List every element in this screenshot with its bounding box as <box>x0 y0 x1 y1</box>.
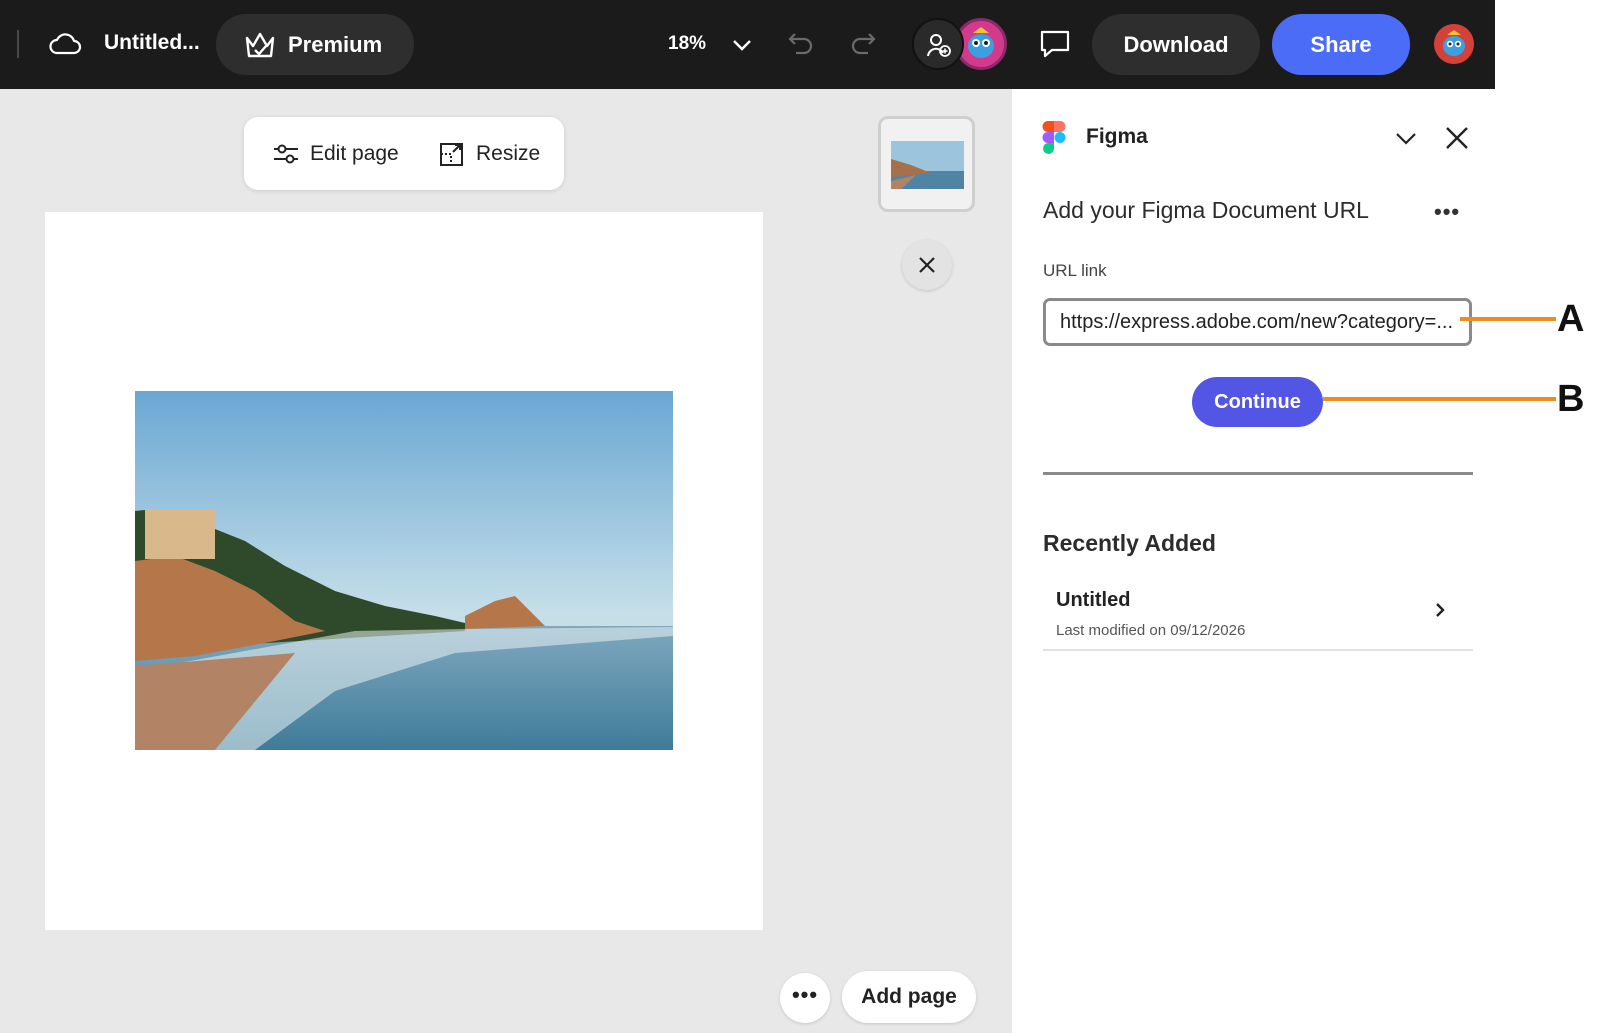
page-thumbnail[interactable] <box>878 116 975 212</box>
download-button[interactable]: Download <box>1092 14 1260 75</box>
beach-photo[interactable] <box>135 391 673 750</box>
recently-added-heading: Recently Added <box>1043 530 1216 556</box>
crown-icon <box>245 32 275 58</box>
figma-logo-icon <box>1042 121 1066 154</box>
premium-button[interactable]: Premium <box>216 14 414 75</box>
panel-more-options-icon[interactable]: ••• <box>1434 199 1460 225</box>
callout-a-line <box>1460 317 1556 321</box>
undo-icon[interactable] <box>786 28 816 58</box>
url-field-label: URL link <box>1043 261 1107 280</box>
callout-b-label: B <box>1557 378 1585 420</box>
chevron-right-icon <box>1436 603 1445 617</box>
add-page-button[interactable]: Add page <box>842 971 976 1023</box>
close-thumbnail-button[interactable] <box>902 240 952 290</box>
page-toolbar: Edit page Resize <box>244 117 564 190</box>
recent-document-item[interactable]: Untitled Last modified on 09/12/2026 <box>1043 579 1473 651</box>
sliders-icon <box>274 144 298 164</box>
continue-button[interactable]: Continue <box>1192 377 1323 427</box>
section-divider <box>1043 472 1473 475</box>
resize-icon <box>440 143 463 166</box>
edit-page-button[interactable]: Edit page <box>272 139 399 169</box>
close-icon <box>919 257 935 273</box>
callout-a-label: A <box>1557 298 1585 340</box>
premium-label: Premium <box>288 32 383 57</box>
chevron-down-icon[interactable] <box>730 33 754 57</box>
thumbnail-image <box>891 141 964 189</box>
chevron-down-icon[interactable] <box>1394 127 1418 151</box>
recent-item-modified-date: Last modified on 09/12/2026 <box>1056 622 1246 639</box>
comment-icon[interactable] <box>1038 28 1072 60</box>
add-person-icon <box>927 34 951 57</box>
redo-icon[interactable] <box>848 28 878 58</box>
page-more-options-button[interactable]: ••• <box>780 973 830 1023</box>
zoom-level[interactable]: 18% <box>668 33 706 55</box>
url-input[interactable] <box>1043 298 1472 346</box>
more-dots-icon: ••• <box>791 982 819 1007</box>
panel-app-name: Figma <box>1086 125 1148 148</box>
beach-photo-image <box>135 391 673 750</box>
user-avatar[interactable] <box>1434 24 1474 64</box>
resize-label: Resize <box>476 142 541 165</box>
document-title[interactable]: Untitled... <box>104 31 200 55</box>
cloud-icon[interactable] <box>48 29 82 59</box>
panel-heading: Add your Figma Document URL <box>1043 197 1369 223</box>
share-button[interactable]: Share <box>1272 14 1410 75</box>
document-page[interactable] <box>45 212 763 930</box>
avatar-image <box>958 21 1004 67</box>
invite-user-button[interactable] <box>912 18 964 70</box>
resize-button[interactable]: Resize <box>438 139 540 169</box>
toolbar-divider <box>17 30 19 58</box>
figma-panel: Figma Add your Figma Document URL ••• UR… <box>1012 89 1495 1033</box>
edit-page-label: Edit page <box>310 142 399 165</box>
close-panel-icon[interactable] <box>1444 125 1470 151</box>
top-toolbar: Untitled... Premium 18% Download Share <box>0 0 1495 89</box>
canvas-area[interactable]: Edit page Resize ••• Add page <box>0 89 1012 1033</box>
recent-item-title: Untitled <box>1056 589 1131 611</box>
user-avatar-image <box>1434 24 1474 64</box>
callout-b-line <box>1323 397 1556 401</box>
